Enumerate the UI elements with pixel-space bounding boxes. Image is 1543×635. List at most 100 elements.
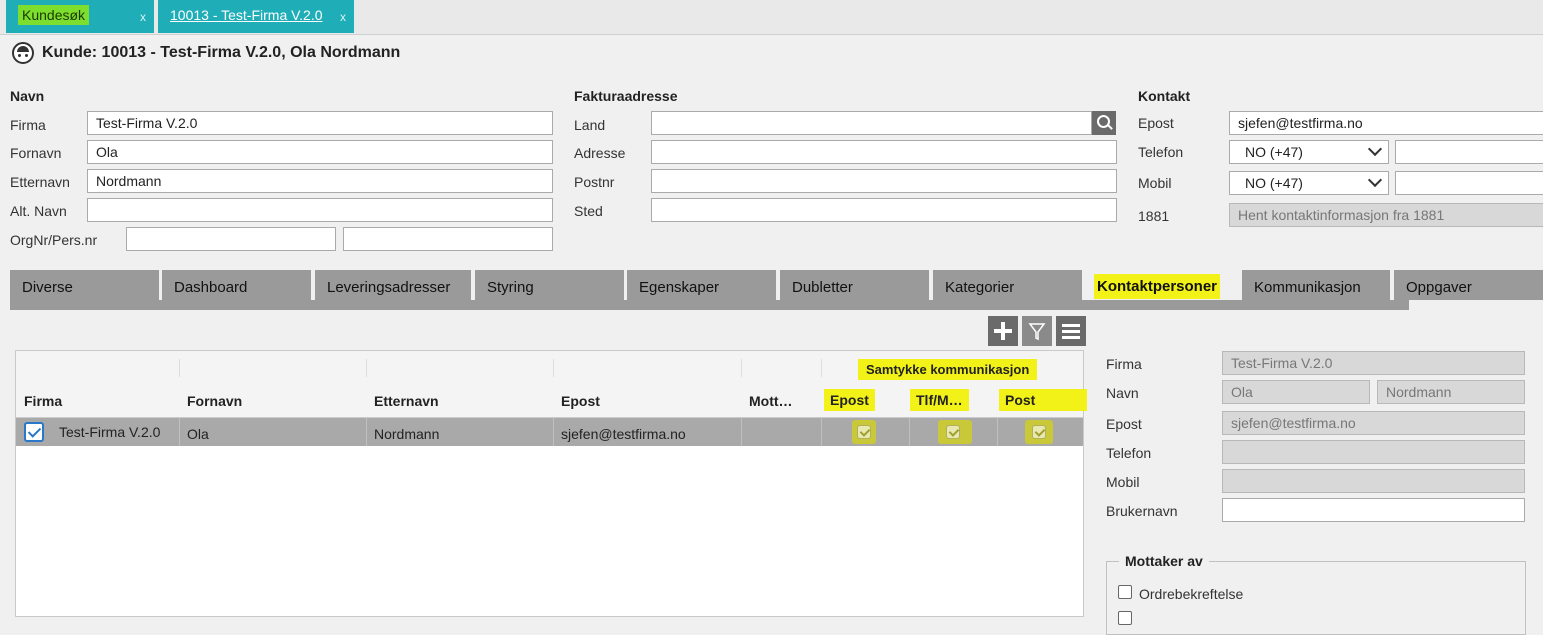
- tab-label: Dubletter: [792, 279, 853, 296]
- ordrebekreftelse-checkbox[interactable]: [1118, 585, 1132, 599]
- postnr-field[interactable]: [651, 169, 1117, 193]
- next-checkbox[interactable]: [1118, 611, 1132, 625]
- tab-label: Dashboard: [174, 279, 248, 296]
- tab-kundesok[interactable]: Kundesøk x: [6, 0, 154, 33]
- filter-button[interactable]: [1022, 316, 1052, 346]
- orgnr-label: OrgNr/Pers.nr: [10, 232, 98, 248]
- samtykke-tlf-checkbox[interactable]: [946, 425, 960, 439]
- tab-styring[interactable]: Styring: [475, 270, 624, 300]
- customer-icon: [12, 42, 34, 64]
- page-title-row: Kunde: 10013 - Test-Firma V.2.0, Ola Nor…: [12, 42, 400, 64]
- close-icon[interactable]: x: [340, 10, 346, 24]
- l1881-label: 1881: [1138, 208, 1170, 224]
- adresse-field[interactable]: [651, 140, 1117, 164]
- samtykke-epost-checkbox[interactable]: [857, 425, 871, 439]
- etternavn-label: Etternavn: [10, 174, 70, 190]
- col-mottaker[interactable]: Mott…: [749, 393, 793, 409]
- mobil-country-value: NO (+47): [1245, 175, 1303, 191]
- tab-strip: Kundesøk x 10013 - Test-Firma V.2.0 x: [0, 0, 1543, 35]
- tab-kommunikasjon[interactable]: Kommunikasjon: [1242, 270, 1390, 300]
- cell-epost: sjefen@testfirma.no: [561, 426, 686, 442]
- menu-button[interactable]: [1056, 316, 1086, 346]
- altnavn-field[interactable]: [87, 198, 553, 222]
- detail-telefon-label: Telefon: [1106, 445, 1152, 461]
- mobil-field[interactable]: [1395, 171, 1543, 195]
- tab-underline-bar: [10, 300, 1409, 310]
- detail-firma-field[interactable]: Test-Firma V.2.0: [1222, 351, 1525, 375]
- detail-mobil-label: Mobil: [1106, 474, 1140, 490]
- cell-firma: Test-Firma V.2.0: [59, 424, 161, 440]
- detail-fornavn-field[interactable]: Ola: [1222, 380, 1370, 404]
- col-firma[interactable]: Firma: [24, 393, 62, 409]
- tab-diverse[interactable]: Diverse: [10, 270, 159, 300]
- tab-kontaktpersoner[interactable]: Kontaktpersoner: [1086, 270, 1238, 300]
- col-samtykke-post[interactable]: Post: [999, 389, 1087, 411]
- samtykke-post-checkbox[interactable]: [1032, 425, 1046, 439]
- tab-label: Oppgaver: [1406, 279, 1472, 296]
- tab-dashboard[interactable]: Dashboard: [162, 270, 311, 300]
- col-samtykke-tlf[interactable]: Tlf/M…: [910, 389, 969, 411]
- epost-field[interactable]: sjefen@testfirma.no: [1229, 111, 1543, 135]
- table-row[interactable]: Test-Firma V.2.0 Ola Nordmann sjefen@tes…: [16, 418, 1083, 446]
- detail-telefon-field[interactable]: [1222, 440, 1525, 464]
- close-icon[interactable]: x: [140, 10, 146, 24]
- tab-egenskaper[interactable]: Egenskaper: [627, 270, 776, 300]
- search-icon[interactable]: [1092, 111, 1116, 135]
- col-etternavn[interactable]: Etternavn: [374, 393, 439, 409]
- cell-etternavn: Nordmann: [374, 426, 440, 442]
- kontakt-heading: Kontakt: [1138, 88, 1191, 104]
- land-field[interactable]: [651, 111, 1092, 135]
- tab-label: Styring: [487, 279, 534, 296]
- detail-firma-label: Firma: [1106, 356, 1142, 372]
- tab-label: Kommunikasjon: [1254, 279, 1361, 296]
- cell-fornavn: Ola: [187, 426, 209, 442]
- page-title: Kunde: 10013 - Test-Firma V.2.0, Ola Nor…: [42, 44, 401, 61]
- detail-brukernavn-field[interactable]: [1222, 498, 1525, 522]
- chevron-down-icon: [1367, 172, 1383, 188]
- ordrebekreftelse-label: Ordrebekreftelse: [1139, 586, 1244, 602]
- sted-label: Sted: [574, 203, 603, 219]
- col-epost[interactable]: Epost: [561, 393, 600, 409]
- detail-epost-field[interactable]: sjefen@testfirma.no: [1222, 411, 1525, 435]
- detail-mobil-field[interactable]: [1222, 469, 1525, 493]
- samtykke-group-header: Samtykke kommunikasjon: [858, 359, 1038, 380]
- tab-label: Kontaktpersoner: [1094, 274, 1221, 299]
- add-button[interactable]: [988, 316, 1018, 346]
- telefon-country-value: NO (+47): [1245, 144, 1303, 160]
- postnr-label: Postnr: [574, 174, 615, 190]
- altnavn-label: Alt. Navn: [10, 203, 67, 219]
- mottaker-legend: Mottaker av: [1125, 553, 1203, 569]
- etternavn-field[interactable]: Nordmann: [87, 169, 553, 193]
- tab-dubletter[interactable]: Dubletter: [780, 270, 929, 300]
- col-fornavn[interactable]: Fornavn: [187, 393, 242, 409]
- fornavn-field[interactable]: Ola: [87, 140, 553, 164]
- detail-navn-label: Navn: [1106, 385, 1139, 401]
- column-header-row: Firma Fornavn Etternavn Epost Mott… Epos…: [16, 385, 1087, 418]
- group-header-row: Samtykke kommunikasjon: [16, 351, 1083, 386]
- orgnr-field[interactable]: [126, 227, 336, 251]
- adresse-label: Adresse: [574, 145, 626, 161]
- fornavn-label: Fornavn: [10, 145, 62, 161]
- land-label: Land: [574, 117, 606, 133]
- tab-customer[interactable]: 10013 - Test-Firma V.2.0 x: [158, 0, 354, 33]
- sted-field[interactable]: [651, 198, 1117, 222]
- tab-kategorier[interactable]: Kategorier: [933, 270, 1082, 300]
- persnr-field[interactable]: [343, 227, 553, 251]
- col-samtykke-epost[interactable]: Epost: [824, 389, 875, 411]
- telefon-field[interactable]: [1395, 140, 1543, 164]
- tab-customer-label: 10013 - Test-Firma V.2.0: [170, 7, 323, 23]
- mobil-country-select[interactable]: NO (+47): [1229, 171, 1389, 195]
- faktura-heading: Fakturaadresse: [574, 88, 678, 104]
- tab-label: Diverse: [22, 279, 73, 296]
- detail-epost-label: Epost: [1106, 416, 1142, 432]
- navn-heading: Navn: [10, 88, 45, 104]
- telefon-country-select[interactable]: NO (+47): [1229, 140, 1389, 164]
- detail-etternavn-field[interactable]: Nordmann: [1377, 380, 1525, 404]
- tab-leveringsadresser[interactable]: Leveringsadresser: [315, 270, 471, 300]
- tab-oppgaver[interactable]: Oppgaver: [1394, 270, 1543, 300]
- row-select-checkbox[interactable]: [24, 422, 44, 442]
- l1881-field[interactable]: Hent kontaktinformasjon fra 1881: [1229, 203, 1543, 227]
- firma-field[interactable]: Test-Firma V.2.0: [87, 111, 553, 135]
- tab-label: Leveringsadresser: [327, 279, 451, 296]
- menu-icon: [1062, 324, 1080, 339]
